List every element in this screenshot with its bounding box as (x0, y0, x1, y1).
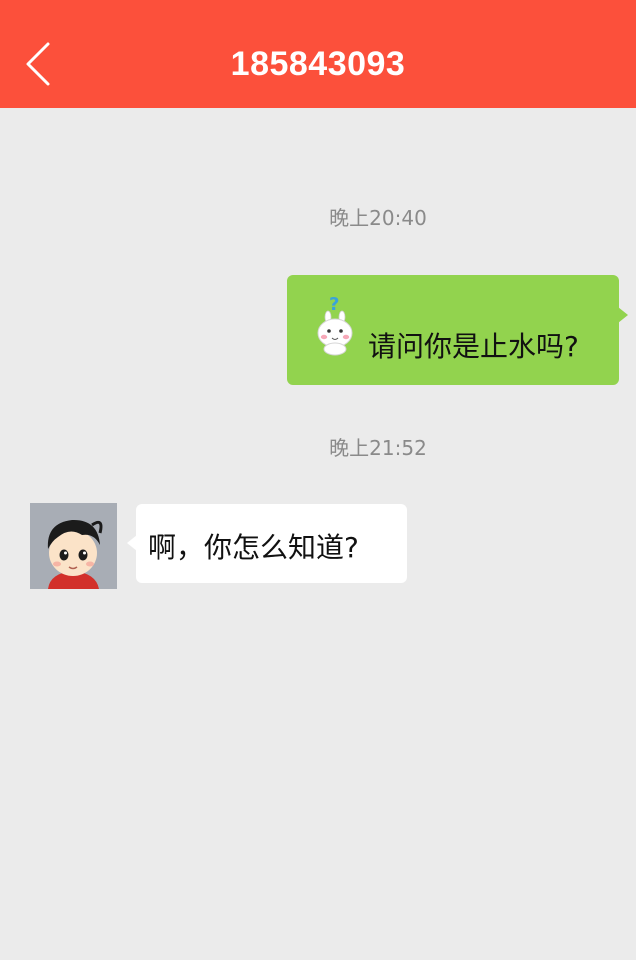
incoming-message-bubble[interactable]: 啊，你怎么知道? (127, 504, 407, 583)
outgoing-message-bubble[interactable]: ? 请问你是止水吗? (287, 275, 628, 385)
nav-header: 185843093 (0, 0, 636, 108)
avatar[interactable] (30, 503, 117, 589)
timestamp: 晚上20:40 (329, 206, 427, 230)
message-text: 啊，你怎么知道? (148, 531, 359, 564)
message-text: 请问你是止水吗? (368, 330, 579, 363)
chat-title: 185843093 (230, 45, 406, 83)
timestamp: 晚上21:52 (329, 436, 427, 460)
confused-bunny-sticker-icon: ? (317, 294, 353, 356)
svg-text:?: ? (329, 294, 339, 315)
cartoon-boy-avatar-icon (30, 503, 117, 589)
